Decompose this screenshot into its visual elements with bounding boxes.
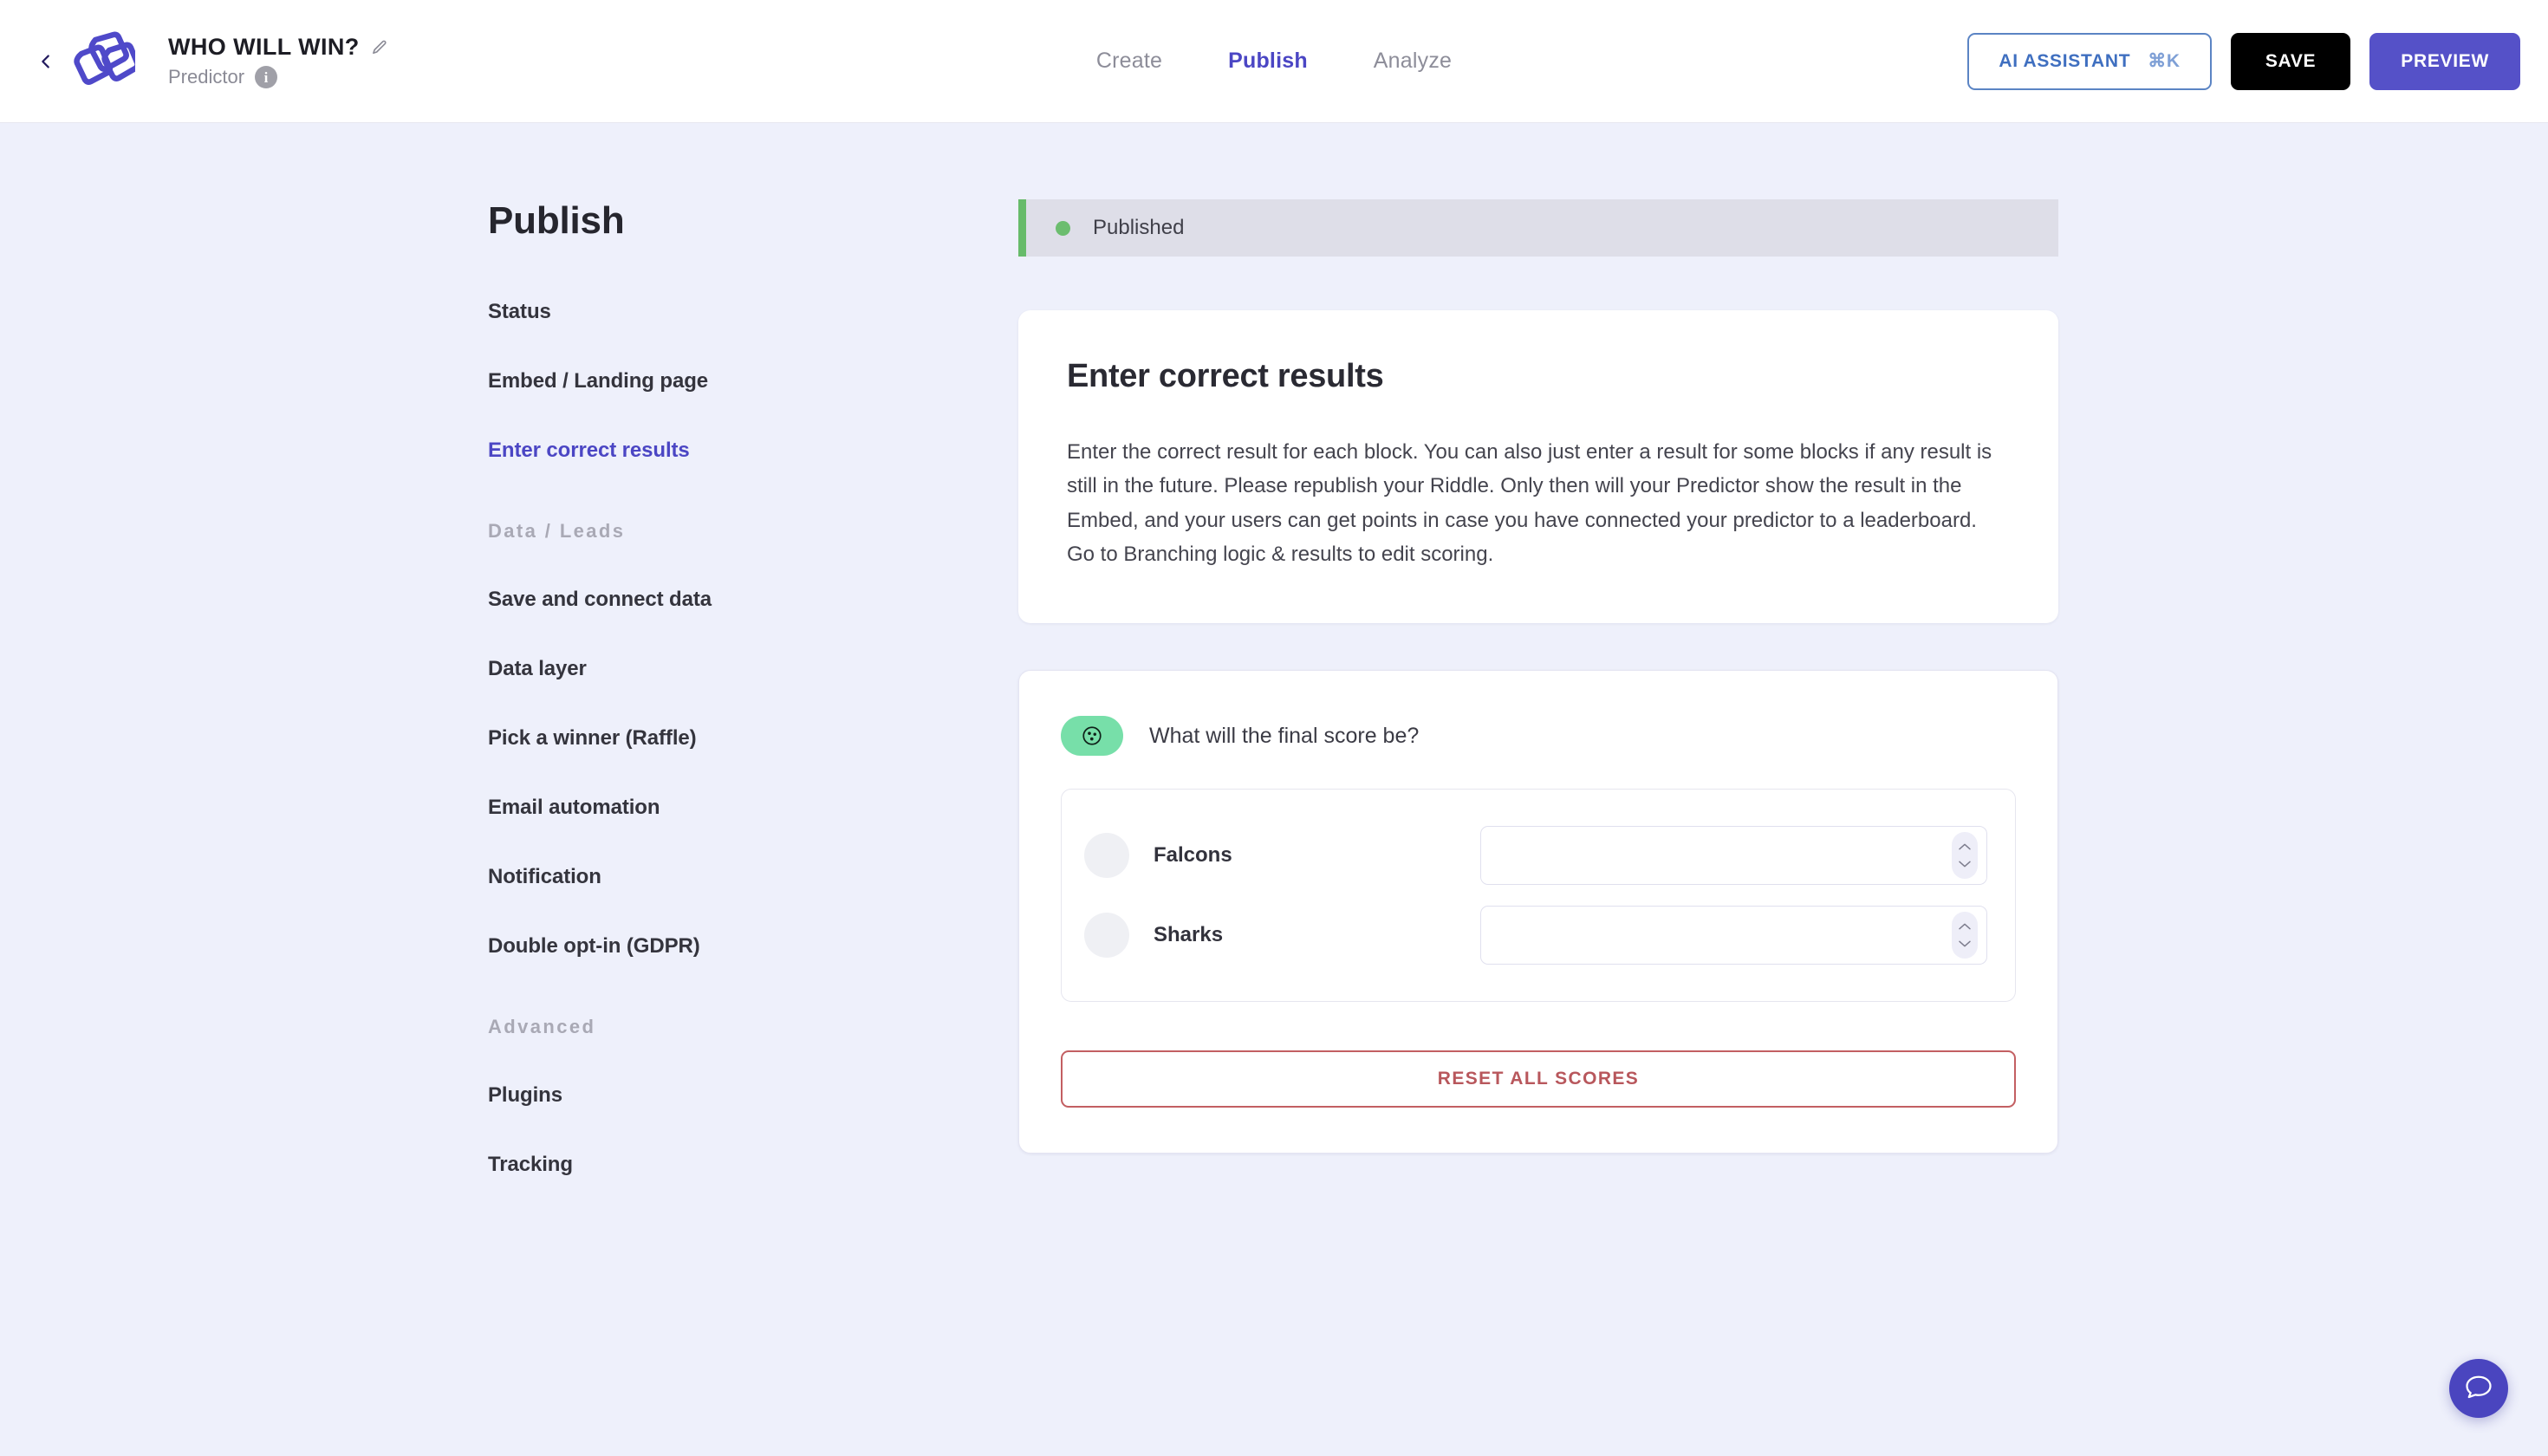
- main-column: Published Enter correct results Enter th…: [1018, 199, 2058, 1222]
- top-bar: WHO WILL WIN? Predictor i Create Publish…: [0, 0, 2548, 123]
- info-card: Enter correct results Enter the correct …: [1018, 310, 2058, 624]
- sidebar-item-double-opt-in[interactable]: Double opt-in (GDPR): [488, 934, 984, 959]
- chevron-down-icon[interactable]: [1958, 860, 1972, 868]
- nav-tabs: Create Publish Analyze: [1096, 49, 1452, 74]
- topbar-actions: AI ASSISTANT ⌘K SAVE PREVIEW: [1967, 32, 2520, 90]
- sidebar-item-enter-correct-results[interactable]: Enter correct results: [488, 439, 984, 463]
- answer-row: Sharks: [1084, 895, 1987, 975]
- soccer-ball-icon: [1061, 716, 1123, 757]
- info-card-body: Enter the correct result for each block.…: [1067, 440, 1992, 567]
- avatar[interactable]: [1084, 913, 1129, 959]
- sidebar-group-data-leads: Data / Leads: [488, 520, 626, 542]
- back-button[interactable]: [31, 47, 61, 76]
- save-button[interactable]: SAVE: [2230, 32, 2351, 90]
- sidebar-group-advanced: Advanced: [488, 1016, 596, 1037]
- page-title: WHO WILL WIN?: [168, 34, 360, 60]
- ai-assistant-shortcut: ⌘K: [2148, 51, 2181, 71]
- reset-all-scores-button[interactable]: RESET ALL SCORES: [1061, 1050, 2016, 1108]
- quantity-stepper[interactable]: [1952, 832, 1978, 880]
- question-card: What will the final score be? Falcons Sh…: [1018, 670, 2058, 1154]
- answer-label: Sharks: [1154, 923, 1224, 947]
- sidebar-item-plugins[interactable]: Plugins: [488, 1083, 984, 1108]
- subtitle-row: Predictor i: [168, 66, 389, 88]
- answer-row: Falcons: [1084, 816, 1987, 895]
- chevron-up-icon[interactable]: [1958, 842, 1972, 851]
- tab-create[interactable]: Create: [1096, 49, 1162, 74]
- preview-button[interactable]: PREVIEW: [2369, 32, 2520, 90]
- ai-assistant-label: AI ASSISTANT: [1999, 50, 2131, 71]
- question-text: What will the final score be?: [1149, 723, 1420, 748]
- page-body: Publish Status Embed / Landing page Ente…: [0, 123, 2548, 1222]
- score-input-sharks[interactable]: [1480, 906, 1987, 965]
- ai-assistant-button[interactable]: AI ASSISTANT ⌘K: [1967, 32, 2212, 90]
- chat-bubble-icon: [2463, 1371, 2494, 1407]
- sidebar-item-data-layer[interactable]: Data layer: [488, 657, 984, 681]
- sidebar-item-notification[interactable]: Notification: [488, 865, 984, 889]
- tab-publish[interactable]: Publish: [1228, 49, 1308, 74]
- sidebar-heading: Publish: [488, 199, 625, 242]
- answer-label: Falcons: [1154, 843, 1232, 868]
- chevron-down-icon[interactable]: [1958, 939, 1972, 948]
- info-card-title: Enter correct results: [1067, 358, 1384, 394]
- status-banner: Published: [1018, 199, 2058, 257]
- pencil-icon[interactable]: [370, 38, 389, 57]
- sidebar-item-embed-landing-page[interactable]: Embed / Landing page: [488, 369, 984, 393]
- sidebar-item-save-and-connect-data[interactable]: Save and connect data: [488, 588, 984, 612]
- publish-sidebar: Publish Status Embed / Landing page Ente…: [488, 199, 1018, 1222]
- tab-analyze[interactable]: Analyze: [1374, 49, 1452, 74]
- sidebar-item-status[interactable]: Status: [488, 300, 984, 324]
- avatar[interactable]: [1084, 833, 1129, 879]
- chevron-up-icon[interactable]: [1958, 922, 1972, 931]
- riddle-title-block: WHO WILL WIN? Predictor i: [168, 34, 389, 88]
- riddle-logo-icon[interactable]: [66, 24, 140, 99]
- title-row: WHO WILL WIN?: [168, 34, 389, 61]
- chevron-left-icon: [36, 52, 55, 71]
- info-icon[interactable]: i: [255, 66, 278, 88]
- riddle-type-label: Predictor: [168, 66, 245, 88]
- answers-container: Falcons Sharks: [1061, 789, 2016, 1003]
- chat-button[interactable]: [2449, 1359, 2508, 1418]
- question-header: What will the final score be?: [1061, 716, 2016, 757]
- status-badge: Published: [1093, 216, 1185, 239]
- quantity-stepper[interactable]: [1952, 912, 1978, 959]
- sidebar-item-pick-a-winner[interactable]: Pick a winner (Raffle): [488, 726, 984, 751]
- status-dot-icon: [1056, 220, 1070, 236]
- sidebar-item-email-automation[interactable]: Email automation: [488, 796, 984, 820]
- sidebar-item-tracking[interactable]: Tracking: [488, 1153, 984, 1177]
- score-input-falcons[interactable]: [1480, 826, 1987, 886]
